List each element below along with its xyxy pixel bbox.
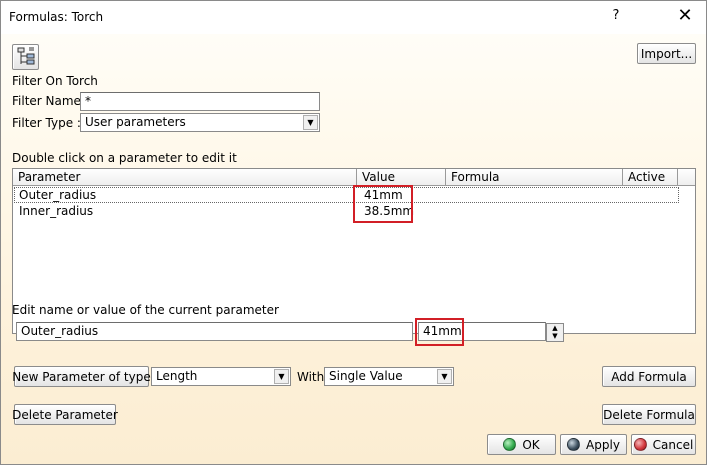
edit-value-highlight-box [415, 318, 464, 346]
dialog-body: Import... Filter On Torch Filter Name : … [1, 34, 706, 464]
filter-type-label: Filter Type : [12, 116, 81, 130]
cancel-label: Cancel [652, 437, 694, 452]
new-parameter-button[interactable]: New Parameter of type [12, 366, 151, 387]
column-header-parameter[interactable]: Parameter [13, 169, 357, 186]
ok-icon [503, 438, 517, 451]
column-header-active[interactable]: Active [623, 169, 678, 186]
value-highlight-box [353, 185, 413, 223]
ok-label: OK [522, 437, 540, 452]
filter-heading: Filter On Torch [12, 74, 98, 88]
chevron-down-icon[interactable]: ▼ [303, 115, 318, 130]
close-button[interactable]: ✕ [671, 5, 699, 27]
column-header-filler [678, 169, 695, 186]
cell-parameter: Inner_radius [19, 204, 94, 218]
edit-heading: Edit name or value of the current parame… [12, 303, 279, 317]
column-header-value[interactable]: Value [357, 169, 446, 186]
spinner-arrows-icon[interactable]: ▲ ▼ [546, 323, 564, 342]
chevron-down-icon[interactable]: ▼ [274, 369, 289, 384]
delete-parameter-button[interactable]: Delete Parameter [12, 404, 118, 425]
table-header: Parameter Value Formula Active [13, 169, 695, 186]
spin-down-icon[interactable]: ▼ [547, 332, 563, 340]
parameters-heading: Double click on a parameter to edit it [12, 151, 237, 165]
column-header-formula[interactable]: Formula [446, 169, 623, 186]
delete-formula-button[interactable]: Delete Formula [602, 404, 696, 425]
with-value: Single Value [329, 369, 403, 383]
apply-label: Apply [586, 437, 620, 452]
filter-name-input[interactable]: * [80, 92, 320, 111]
window-title: Formulas: Torch [9, 10, 104, 24]
edit-name-input[interactable]: Outer_radius [16, 322, 413, 341]
import-button[interactable]: Import... [637, 43, 696, 64]
with-select[interactable]: Single Value ▼ [324, 367, 454, 386]
title-bar: Formulas: Torch ? ✕ [1, 1, 706, 34]
filter-tool-button[interactable] [12, 44, 39, 70]
table-row[interactable]: Inner_radius 38.5mm [14, 204, 679, 220]
apply-button[interactable]: Apply [560, 434, 627, 455]
spin-up-icon[interactable]: ▲ [547, 324, 563, 332]
cancel-icon [633, 438, 647, 451]
formulas-dialog: Formulas: Torch ? ✕ Import... Filter On … [0, 0, 707, 465]
table-row[interactable]: Outer_radius 41mm [14, 187, 679, 203]
with-label: With [297, 370, 325, 384]
filter-type-value: User parameters [85, 115, 186, 129]
apply-icon [567, 438, 581, 451]
parameter-type-value: Length [156, 369, 198, 383]
filter-tree-icon [17, 47, 34, 65]
cell-parameter: Outer_radius [19, 188, 97, 202]
add-formula-button[interactable]: Add Formula [602, 366, 696, 387]
filter-type-select[interactable]: User parameters ▼ [80, 113, 320, 132]
ok-button[interactable]: OK [487, 434, 556, 455]
filter-name-label: Filter Name : [12, 94, 89, 108]
cancel-button[interactable]: Cancel [631, 434, 696, 455]
help-button[interactable]: ? [606, 8, 626, 23]
parameter-type-select[interactable]: Length ▼ [151, 367, 291, 386]
chevron-down-icon[interactable]: ▼ [437, 369, 452, 384]
